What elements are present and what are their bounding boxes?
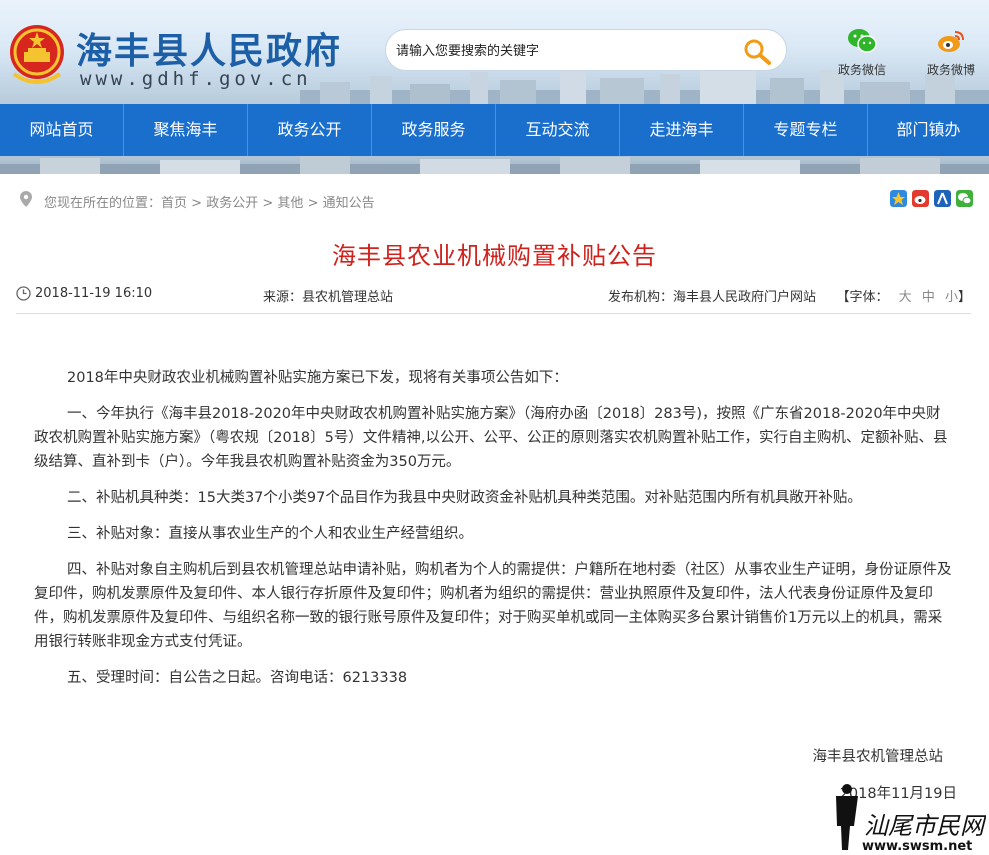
article-paragraph: 一、今年执行《海丰县2018-2020年中央财政农机购置补贴实施方案》（海府办函…	[34, 406, 948, 470]
breadcrumb-item-notice[interactable]: 通知公告	[323, 196, 375, 211]
site-title[interactable]: 海丰县人民政府	[76, 22, 342, 74]
source-label: 来源：	[263, 290, 303, 305]
font-size-medium-button[interactable]: 中	[922, 290, 935, 305]
breadcrumb-item-gov-open[interactable]: 政务公开	[206, 196, 258, 211]
weibo-link[interactable]: 政务微博	[916, 28, 986, 78]
font-size-control: 【字体： 大 中 小】	[837, 286, 972, 305]
breadcrumb: 您现在所在的位置：首页 > 政务公开 > 其他 > 通知公告	[18, 190, 973, 211]
banner-strip	[0, 156, 989, 174]
article-source: 来源：县农机管理总站	[263, 286, 393, 305]
watermark-text: 汕尾市民网	[864, 812, 986, 840]
nav-item-about[interactable]: 走进海丰	[620, 104, 744, 156]
meta-divider	[16, 313, 971, 314]
article-meta: 2018-11-19 16:10 来源：县农机管理总站 发布机构：海丰县人民政府…	[16, 283, 971, 305]
nav-item-departments[interactable]: 部门镇办	[868, 104, 989, 156]
breadcrumb-separator: >	[307, 196, 319, 211]
swsm-watermark-logo: 汕尾市民网 www.swsm.net	[836, 784, 986, 852]
share-bar	[890, 190, 973, 207]
watermark-url: www.swsm.net	[862, 839, 972, 852]
qzone-icon[interactable]	[890, 190, 907, 207]
nav-item-focus[interactable]: 聚焦海丰	[124, 104, 248, 156]
article-publisher: 发布机构：海丰县人民政府门户网站	[608, 286, 816, 305]
national-emblem-icon	[10, 25, 64, 84]
article-paragraph: 三、补贴对象：直接从事农业生产的个人和农业生产经营组织。	[67, 526, 473, 542]
article-signature: 海丰县农机管理总站	[812, 749, 944, 765]
main-nav: 网站首页 聚焦海丰 政务公开 政务服务 互动交流 走进海丰 专题专栏 部门镇办	[0, 104, 989, 156]
site-header: 海丰县人民政府 www.gdhf.gov.cn 政务微信 政务微博	[0, 0, 989, 104]
breadcrumb-prefix: 您现在所在的位置：	[44, 196, 162, 211]
breadcrumb-separator: >	[262, 196, 274, 211]
publish-datetime: 2018-11-19 16:10	[35, 286, 153, 301]
breadcrumb-item-other[interactable]: 其他	[277, 196, 303, 211]
article-paragraph: 四、补贴对象自主购机后到县农机管理总站申请补贴，购机者为个人的需提供：户籍所在地…	[34, 562, 952, 650]
publisher-label: 发布机构：	[608, 290, 674, 305]
font-size-label: 【字体：	[836, 290, 889, 305]
publisher-value: 海丰县人民政府门户网站	[673, 290, 817, 305]
wechat-share-icon[interactable]	[956, 190, 973, 207]
search-input[interactable]	[396, 40, 726, 62]
weibo-label: 政务微博	[926, 63, 975, 77]
weibo-icon	[938, 31, 964, 52]
font-size-large-button[interactable]: 大	[899, 290, 912, 305]
site-url: www.gdhf.gov.cn	[80, 68, 312, 90]
nav-item-topics[interactable]: 专题专栏	[744, 104, 868, 156]
breadcrumb-item-home[interactable]: 首页	[161, 196, 187, 211]
font-size-close: 】	[957, 290, 971, 305]
clock-icon	[16, 286, 31, 301]
renren-icon[interactable]	[934, 190, 951, 207]
nav-item-gov-open[interactable]: 政务公开	[248, 104, 372, 156]
source-value: 县农机管理总站	[302, 290, 394, 305]
article-paragraph: 五、受理时间：自公告之日起。咨询电话：6213338	[67, 670, 408, 686]
article-title: 海丰县农业机械购置补贴公告	[332, 242, 657, 270]
weibo-share-icon[interactable]	[912, 190, 929, 207]
nav-item-gov-service[interactable]: 政务服务	[372, 104, 496, 156]
search-box	[385, 29, 787, 71]
nav-item-interaction[interactable]: 互动交流	[496, 104, 620, 156]
search-icon[interactable]	[742, 37, 772, 65]
wechat-label: 政务微信	[837, 63, 886, 77]
wechat-link[interactable]: 政务微信	[827, 28, 897, 78]
city-banner-decoration	[0, 156, 989, 174]
article-paragraph: 二、补贴机具种类：15大类37个小类97个品目作为我县中央财政资金补贴机具种类范…	[67, 490, 862, 506]
article-paragraph: 2018年中央财政农业机械购置补贴实施方案已下发，现将有关事项公告如下：	[67, 370, 568, 386]
breadcrumb-separator: >	[191, 196, 203, 211]
font-size-small-button[interactable]: 小	[945, 290, 958, 305]
location-pin-icon	[20, 191, 32, 207]
article-body: 2018年中央财政农业机械购置补贴实施方案已下发，现将有关事项公告如下： 一、今…	[34, 366, 954, 702]
wechat-icon	[848, 29, 877, 53]
nav-item-home[interactable]: 网站首页	[0, 104, 124, 156]
